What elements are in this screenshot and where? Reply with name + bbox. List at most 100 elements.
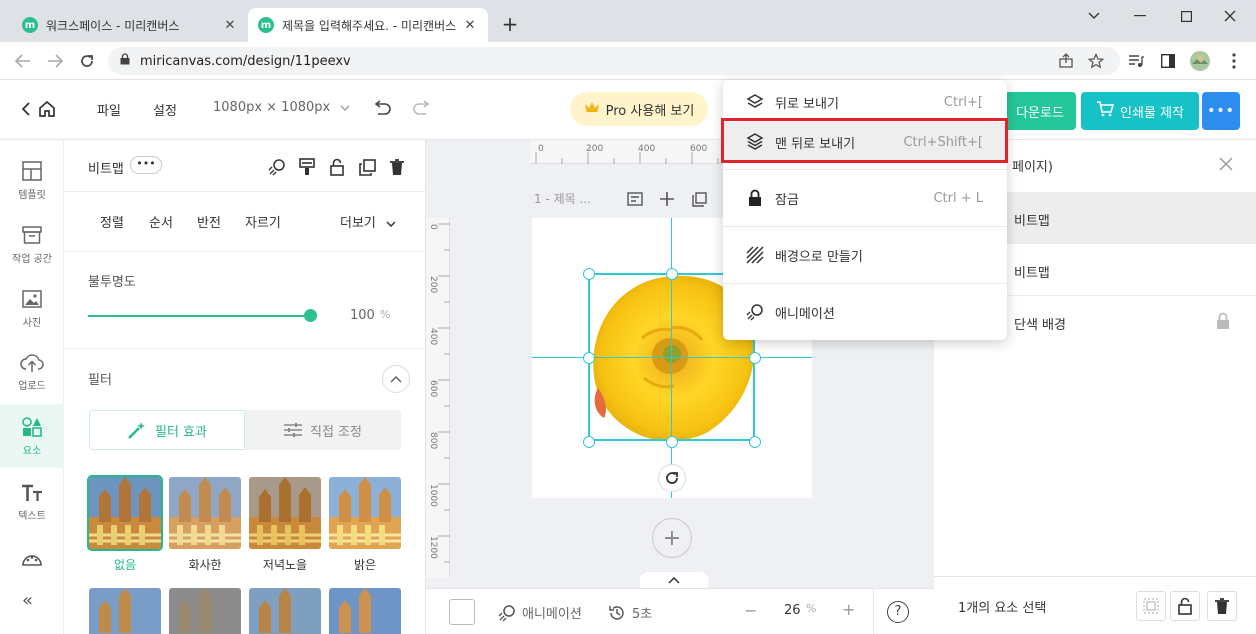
tab-filter-effects[interactable]: 필터 효과 [89, 410, 245, 450]
resize-handle[interactable] [749, 352, 761, 364]
resize-handle[interactable] [583, 436, 595, 448]
rail-item-elements[interactable]: 요소 [0, 404, 64, 468]
unlock-icon[interactable] [326, 156, 348, 178]
filter-thumb[interactable] [329, 588, 401, 634]
duration-button[interactable]: 5초 [608, 603, 652, 622]
add-page-icon[interactable] [656, 188, 678, 210]
pro-trial-button[interactable]: Pro 사용해 보기 [570, 92, 708, 126]
opacity-slider-track[interactable] [88, 315, 310, 317]
redo-icon[interactable] [412, 100, 432, 120]
zoom-value[interactable]: 26 [784, 603, 801, 618]
minimize-icon[interactable] [1120, 4, 1160, 28]
lock-button[interactable] [1170, 591, 1200, 621]
resize-handle[interactable] [666, 268, 678, 280]
home-nav[interactable] [21, 100, 56, 122]
filter-thumb[interactable] [89, 588, 161, 634]
forward-icon[interactable] [42, 48, 68, 74]
rail-collapse-button[interactable]: « [22, 590, 33, 611]
url-bar[interactable]: miricanvas.com/design/11peexv [108, 47, 1120, 75]
add-page-button[interactable]: + [652, 518, 692, 558]
ruler-label: 800 [428, 432, 438, 450]
background-color-swatch[interactable] [449, 599, 475, 625]
tab-align[interactable]: 정렬 [100, 212, 124, 231]
resize-handle[interactable] [749, 436, 761, 448]
bookmark-star-icon[interactable] [1084, 48, 1108, 74]
opacity-value[interactable]: 100 [350, 308, 375, 323]
rail-item-photo[interactable]: 사진 [0, 276, 64, 340]
close-tab-icon[interactable]: ✕ [462, 18, 478, 33]
filter-thumb-sunset[interactable] [249, 477, 321, 549]
tab-manual-adjust[interactable]: 직접 조정 [245, 410, 401, 450]
text-icon [22, 484, 42, 501]
resize-handle[interactable] [666, 436, 678, 448]
menu-item-make-background[interactable]: 배경으로 만들기 [723, 235, 1007, 275]
rotate-handle[interactable] [658, 464, 686, 492]
layer-lock-icon[interactable] [1216, 312, 1230, 334]
menu-item-lock[interactable]: 잠금 Ctrl + L [723, 178, 1007, 218]
print-order-button[interactable]: 인쇄물 제작 [1081, 92, 1199, 130]
filter-collapse-button[interactable] [382, 365, 410, 393]
side-panel-icon[interactable] [1156, 48, 1180, 74]
page-title[interactable]: 1 - 제목 ... [534, 190, 591, 207]
zoom-in-button[interactable]: + [842, 600, 855, 619]
menu-item-animation[interactable]: 애니메이션 [723, 292, 1007, 332]
home-icon[interactable] [38, 100, 56, 122]
maximize-icon[interactable] [1166, 4, 1206, 28]
close-window-icon[interactable] [1210, 4, 1250, 28]
help-button[interactable]: ? [887, 601, 909, 623]
canvas-size-dropdown[interactable]: 1080px × 1080px [213, 100, 350, 115]
delete-icon[interactable] [386, 156, 408, 178]
profile-avatar[interactable] [1188, 48, 1212, 74]
style-copy-icon[interactable] [296, 156, 318, 178]
browser-tab-design[interactable]: m 제목을 입력해주세요. - 미리캔버스 ✕ [248, 8, 488, 42]
filter-thumb-light[interactable] [329, 477, 401, 549]
group-button[interactable] [1136, 591, 1166, 621]
close-tab-icon[interactable]: ✕ [222, 18, 238, 33]
new-tab-button[interactable]: + [498, 12, 522, 36]
filter-thumb[interactable] [169, 588, 241, 634]
rail-item-template[interactable]: 템플릿 [0, 148, 64, 212]
tab-search-icon[interactable] [1074, 4, 1114, 28]
resize-handle[interactable] [583, 352, 595, 364]
tab-title: 제목을 입력해주세요. - 미리캔버스 [282, 18, 457, 33]
menu-item-send-to-back[interactable]: 맨 뒤로 보내기 Ctrl+Shift+[ [723, 122, 1007, 162]
delete-button[interactable] [1207, 591, 1237, 621]
bottom-collapse-button[interactable] [640, 572, 708, 588]
page-memo-icon[interactable] [624, 188, 646, 210]
duplicate-icon[interactable] [356, 156, 378, 178]
more-dropdown[interactable]: 더보기 [340, 212, 396, 231]
undo-icon[interactable] [372, 100, 392, 120]
tab-order[interactable]: 순서 [149, 212, 173, 231]
duplicate-page-icon[interactable] [688, 188, 710, 210]
tab-crop[interactable]: 자르기 [245, 212, 281, 231]
element-options-button[interactable]: ••• [130, 156, 162, 174]
filter-thumb[interactable] [249, 588, 321, 634]
rail-item-workspace[interactable]: 작업 공간 [0, 212, 64, 276]
filter-thumb-bright[interactable] [169, 477, 241, 549]
rail-label: 사진 [22, 317, 42, 329]
opacity-slider-handle[interactable] [304, 309, 317, 322]
zoom-out-button[interactable]: − [744, 601, 757, 620]
share-icon[interactable] [1054, 48, 1078, 74]
browser-menu-icon[interactable] [1222, 48, 1246, 74]
file-menu[interactable]: 파일 [97, 100, 121, 119]
chevron-left-icon[interactable] [21, 102, 30, 120]
canvas-bottom-bar: 애니메이션 5초 − 26 % + ? [426, 588, 934, 634]
browser-tab-workspace[interactable]: m 워크스페이스 - 미리캔버스 ✕ [12, 8, 248, 42]
back-icon[interactable] [10, 48, 36, 74]
tab-flip[interactable]: 반전 [197, 212, 221, 231]
animation-button[interactable]: 애니메이션 [498, 603, 582, 622]
menu-item-send-backward[interactable]: 뒤로 보내기 Ctrl+[ [723, 82, 1007, 122]
rail-item-palette[interactable] [0, 536, 64, 582]
settings-menu[interactable]: 설정 [153, 100, 177, 119]
filter-thumb-none[interactable] [87, 475, 163, 551]
rail-item-text[interactable]: 텍스트 [0, 470, 64, 534]
close-layers-icon[interactable] [1216, 154, 1236, 174]
media-queue-icon[interactable] [1124, 48, 1148, 74]
download-button[interactable]: 다운로드 [1004, 92, 1076, 130]
more-options-button[interactable]: ••• [1202, 92, 1240, 130]
rail-item-upload[interactable]: 업로드 [0, 340, 64, 404]
resize-handle[interactable] [583, 268, 595, 280]
reload-icon[interactable] [74, 48, 100, 74]
animation-tool-icon[interactable] [266, 156, 288, 178]
